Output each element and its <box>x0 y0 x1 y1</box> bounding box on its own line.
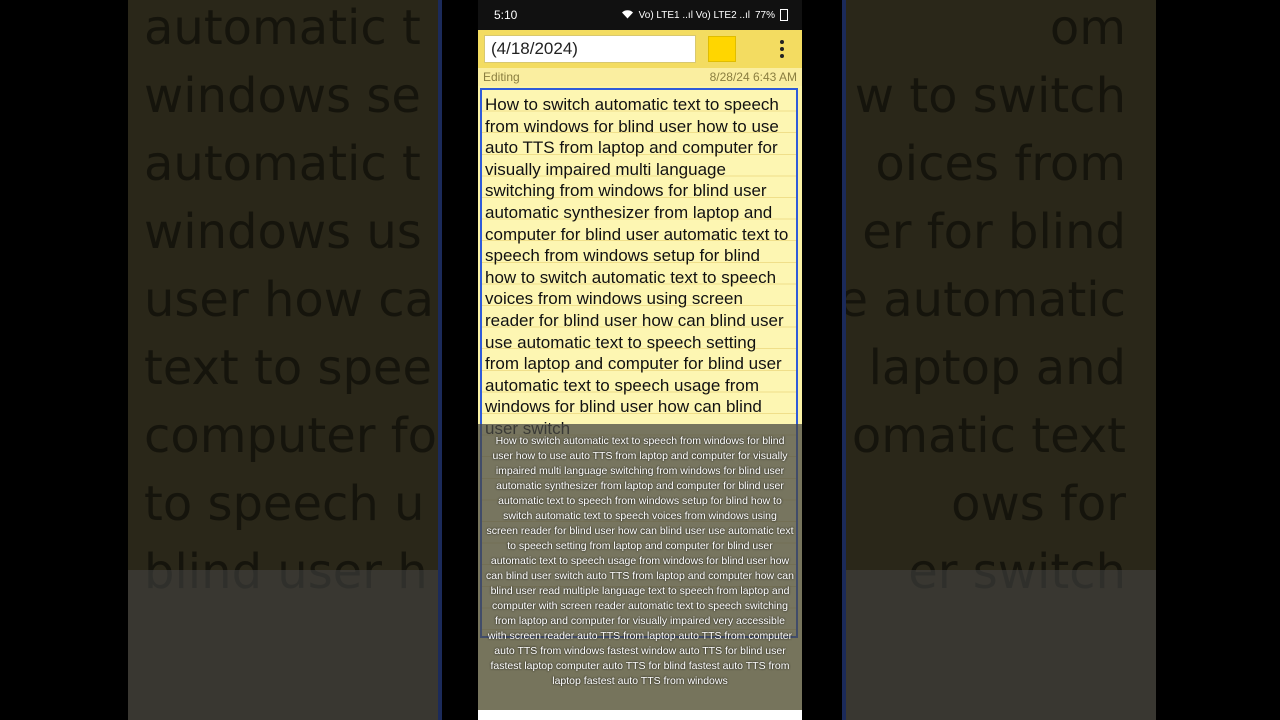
wifi-icon <box>621 9 634 22</box>
caption-overlay: How to switch automatic text to speech f… <box>478 424 802 712</box>
blurred-background-left: automatic t windows se automatic t windo… <box>128 0 442 720</box>
status-icons: Vo) LTE1 ..ıl Vo) LTE2 ..ıl 77% <box>621 9 788 22</box>
note-color-button[interactable] <box>708 36 736 62</box>
blurred-background-right: om w to switch oices from er for blind e… <box>842 0 1156 720</box>
battery-percent: 77% <box>754 9 775 21</box>
background-text-left: automatic t windows se automatic t windo… <box>144 0 438 600</box>
note-toolbar: (4/18/2024) <box>478 30 802 68</box>
modified-timestamp: 8/28/24 6:43 AM <box>709 70 797 84</box>
note-body-text: How to switch automatic text to speech f… <box>485 95 789 438</box>
background-caption-band-left <box>128 570 438 720</box>
phone-screen: 5:10 Vo) LTE1 ..ıl Vo) LTE2 ..ıl 77% (4/… <box>478 0 802 720</box>
edit-mode-label: Editing <box>483 70 520 84</box>
note-meta-bar: Editing 8/28/24 6:43 AM <box>478 68 802 86</box>
background-text-right: om w to switch oices from er for blind e… <box>846 0 1126 600</box>
signal-indicators: Vo) LTE1 ..ıl Vo) LTE2 ..ıl <box>638 9 750 21</box>
more-options-icon[interactable] <box>772 38 792 60</box>
note-title-input[interactable]: (4/18/2024) <box>484 35 696 63</box>
battery-icon <box>780 9 788 21</box>
background-caption-band-right <box>846 570 1156 720</box>
status-bar: 5:10 Vo) LTE1 ..ıl Vo) LTE2 ..ıl 77% <box>478 0 802 30</box>
status-time: 5:10 <box>494 8 518 22</box>
caption-text: How to switch automatic text to speech f… <box>486 435 794 687</box>
navigation-bar <box>478 710 802 720</box>
